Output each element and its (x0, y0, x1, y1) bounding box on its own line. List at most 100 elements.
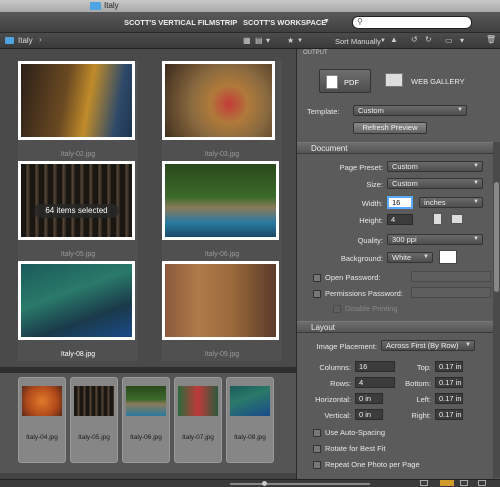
layout-section-header[interactable]: Layout (297, 321, 500, 333)
rotate-best-fit-checkbox[interactable] (313, 445, 321, 453)
status-bar (0, 479, 500, 487)
sort-dropdown[interactable]: Sort Manually (335, 37, 381, 46)
permissions-password-checkbox[interactable] (313, 290, 321, 298)
filmstrip-item[interactable]: Italy-08.jpg (226, 377, 274, 463)
vertical-field[interactable]: 0 in (355, 409, 383, 420)
page-preset-label: Page Preset: (339, 163, 383, 172)
view-grid-icon[interactable]: ▦ (243, 36, 251, 46)
trash-icon[interactable]: 🗑 (486, 35, 496, 45)
filmstrip-view-icon[interactable] (440, 480, 454, 486)
quality-dropdown[interactable]: 300 ppi ▼ (387, 234, 483, 245)
auto-spacing-checkbox[interactable] (313, 429, 321, 437)
filmstrip-image (178, 386, 218, 416)
top-field[interactable]: 0.17 in (435, 361, 463, 372)
repeat-photo-checkbox[interactable] (313, 461, 321, 469)
open-password-field[interactable] (411, 271, 491, 282)
left-field[interactable]: 0.17 in (435, 393, 463, 404)
window-title: Italy (104, 1, 119, 10)
view-list-icon[interactable]: ▤ (255, 36, 263, 46)
filmstrip-caption: Italy-08.jpg (234, 434, 266, 441)
landscape-orientation-icon[interactable] (451, 214, 463, 224)
open-recent-icon[interactable]: ▾ (460, 36, 464, 46)
search-input[interactable]: ⚲ (352, 16, 472, 29)
output-tab[interactable]: OUTPUT (303, 50, 328, 56)
star-filter-icon[interactable]: ★ (287, 36, 294, 46)
quality-label: Quality: (357, 236, 383, 245)
selection-count-badge: 64 items selected (34, 204, 119, 218)
filmstrip-caption: Italy-06.jpg (130, 434, 162, 441)
thumbnail-image (18, 61, 135, 140)
filmstrip-item[interactable]: Italy-07.jpg (174, 377, 222, 463)
grid-view-icon[interactable] (420, 480, 428, 486)
disable-printing-checkbox[interactable] (333, 305, 341, 313)
template-dropdown[interactable]: Custom ▼ (353, 105, 467, 116)
new-folder-icon[interactable]: ▭ (445, 36, 453, 46)
view-options-icon[interactable]: ▾ (266, 36, 270, 46)
right-field[interactable]: 0.17 in (435, 409, 463, 420)
rows-field[interactable]: 4 (355, 377, 395, 388)
sort-menu-icon[interactable]: ▼ (380, 36, 386, 46)
thumbnail-caption: Italy-08.jpg (60, 351, 96, 358)
document-section-header[interactable]: Document (297, 142, 500, 154)
filmstrip-item[interactable]: Italy-05.jpg (70, 377, 118, 463)
thumbnail-caption: Italy-06.jpg (204, 251, 240, 258)
columns-field[interactable]: 16 (355, 361, 395, 372)
auto-spacing-label: Use Auto-Spacing (325, 428, 386, 437)
height-field[interactable]: 4 (387, 214, 413, 225)
list-view-icon[interactable] (478, 480, 486, 486)
template-label: Template: (307, 107, 340, 116)
horizontal-field[interactable]: 0 in (355, 393, 383, 404)
chevron-down-icon: ▼ (473, 199, 479, 205)
web-gallery-button[interactable]: WEB GALLERY (381, 69, 473, 93)
details-view-icon[interactable] (460, 480, 468, 486)
rotate-left-icon[interactable]: ↺ (411, 35, 418, 45)
refresh-preview-button[interactable]: Refresh Preview (353, 122, 427, 134)
slider-thumb[interactable] (262, 481, 267, 486)
size-dropdown[interactable]: Custom ▼ (387, 178, 483, 189)
thumbnail-image (162, 61, 275, 140)
portrait-orientation-icon[interactable] (433, 213, 442, 225)
thumbnail-item[interactable]: Italy-08.jpg (18, 261, 138, 361)
open-password-checkbox[interactable] (313, 274, 321, 282)
background-color-swatch[interactable] (439, 250, 457, 264)
panel-scrollbar[interactable] (493, 142, 500, 478)
page-preset-dropdown[interactable]: Custom ▼ (387, 161, 483, 172)
width-label: Width: (361, 199, 383, 208)
open-password-label: Open Password: (325, 273, 381, 282)
permissions-password-field[interactable] (411, 287, 491, 298)
web-gallery-label: WEB GALLERY (411, 77, 465, 86)
filmstrip-caption: Italy-05.jpg (78, 434, 110, 441)
bottom-field[interactable]: 0.17 in (435, 377, 463, 388)
image-placement-dropdown[interactable]: Across First (By Row) ▼ (381, 340, 475, 351)
web-gallery-icon (385, 73, 403, 87)
thumbnail-caption: Italy-05.jpg (60, 251, 96, 258)
breadcrumb-folder[interactable]: Italy (18, 36, 33, 45)
width-field[interactable]: 16 (387, 196, 413, 209)
units-dropdown[interactable]: inches ▼ (419, 197, 483, 208)
workspace-filmstrip-tab[interactable]: SCOTT'S VERTICAL FILMSTRIP (124, 18, 237, 27)
folder-icon (90, 2, 101, 10)
chevron-down-icon[interactable]: ▼ (323, 18, 330, 25)
breadcrumb-chevron-icon: › (39, 35, 42, 44)
filmstrip-image (74, 386, 114, 416)
thumbnail-size-slider[interactable] (230, 483, 370, 485)
thumbnail-item[interactable]: Italy-06.jpg (162, 161, 282, 261)
vertical-label: Vertical: (324, 411, 351, 420)
scrollbar-thumb[interactable] (494, 182, 499, 292)
thumbnail-item[interactable]: Italy-02.jpg (18, 61, 138, 161)
background-label: Background: (340, 254, 383, 263)
thumbnail-item[interactable]: Italy-03.jpg (162, 61, 282, 161)
pdf-button[interactable]: PDF (319, 69, 371, 93)
thumbnail-item[interactable]: Italy-09.jpg (162, 261, 282, 361)
sort-ascending-icon[interactable]: ▲ (390, 35, 398, 45)
rotate-right-icon[interactable]: ↻ (425, 35, 432, 45)
filmstrip-item[interactable]: Italy-04.jpg (18, 377, 66, 463)
right-label: Right: (411, 411, 431, 420)
thumbnail-image (18, 161, 135, 240)
pdf-label: PDF (344, 78, 359, 87)
chevron-down-icon[interactable]: ▼ (297, 36, 303, 46)
thumbnail-caption: Italy-02.jpg (60, 151, 96, 158)
background-dropdown[interactable]: White ▼ (387, 252, 433, 263)
filmstrip-item[interactable]: Italy-06.jpg (122, 377, 170, 463)
workspace-active-tab[interactable]: SCOTT'S WORKSPACE (243, 18, 326, 27)
